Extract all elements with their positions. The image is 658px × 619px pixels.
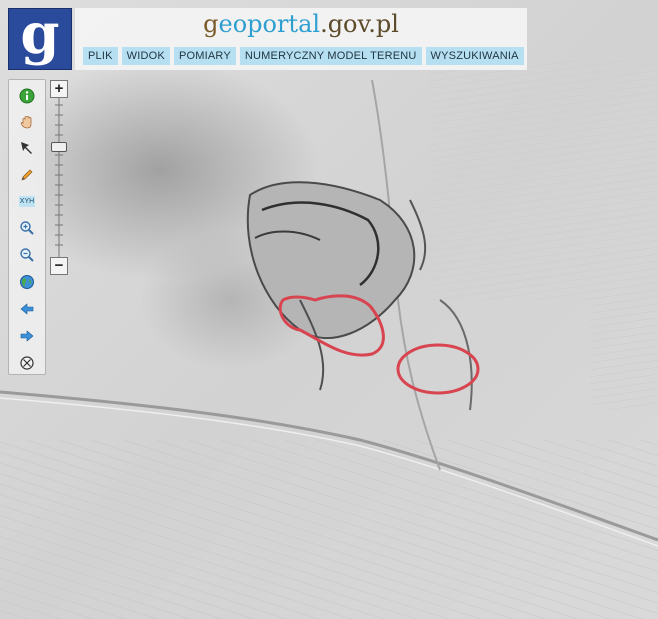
back-arrow-icon[interactable] [17, 299, 37, 319]
site-title: geoportal.gov.pl [75, 10, 527, 38]
map-toolbar: XYH [8, 79, 46, 375]
header-bar: geoportal.gov.pl PLIK WIDOK POMIARY NUME… [75, 8, 527, 70]
title-portal: eoportal [218, 10, 321, 38]
zoom-in-icon[interactable] [17, 218, 37, 238]
xyh-label: XYH [18, 195, 36, 207]
field-stripes-south [0, 440, 658, 619]
clear-icon[interactable] [17, 353, 37, 373]
zoom-minus-button[interactable]: − [50, 257, 68, 275]
title-domain: .gov.pl [320, 10, 399, 38]
zoom-slider-handle[interactable] [51, 142, 67, 152]
info-icon[interactable] [17, 86, 37, 106]
forward-arrow-icon[interactable] [17, 326, 37, 346]
field-stripes-northeast [430, 60, 658, 300]
xyh-icon[interactable]: XYH [15, 191, 39, 211]
logo-letter: g [20, 1, 60, 67]
menu-item-pomiary[interactable]: POMIARY [173, 47, 236, 65]
map-viewer: g geoportal.gov.pl PLIK WIDOK POMIARY NU… [0, 0, 658, 619]
pencil-icon[interactable] [17, 165, 37, 185]
menu-item-plik[interactable]: PLIK [83, 47, 118, 65]
main-menu: PLIK WIDOK POMIARY NUMERYCZNY MODEL TERE… [83, 47, 524, 65]
zoom-plus-button[interactable]: + [50, 80, 68, 98]
zoom-control: + − [50, 80, 68, 276]
pan-hand-icon[interactable] [17, 112, 37, 132]
menu-item-wyszukiwania[interactable]: WYSZUKIWANIA [425, 47, 524, 65]
field-stripes-east [590, 300, 658, 410]
zoom-out-icon[interactable] [17, 245, 37, 265]
title-g: g [203, 10, 219, 38]
globe-icon[interactable] [17, 272, 37, 292]
menu-item-nmt[interactable]: NUMERYCZNY MODEL TERENU [239, 47, 422, 65]
zoom-slider-track[interactable] [50, 97, 68, 257]
menu-item-widok[interactable]: WIDOK [121, 47, 170, 65]
select-arrow-icon[interactable] [17, 138, 37, 158]
hillshade-map[interactable] [0, 0, 658, 619]
geoportal-logo[interactable]: g [8, 1, 72, 70]
